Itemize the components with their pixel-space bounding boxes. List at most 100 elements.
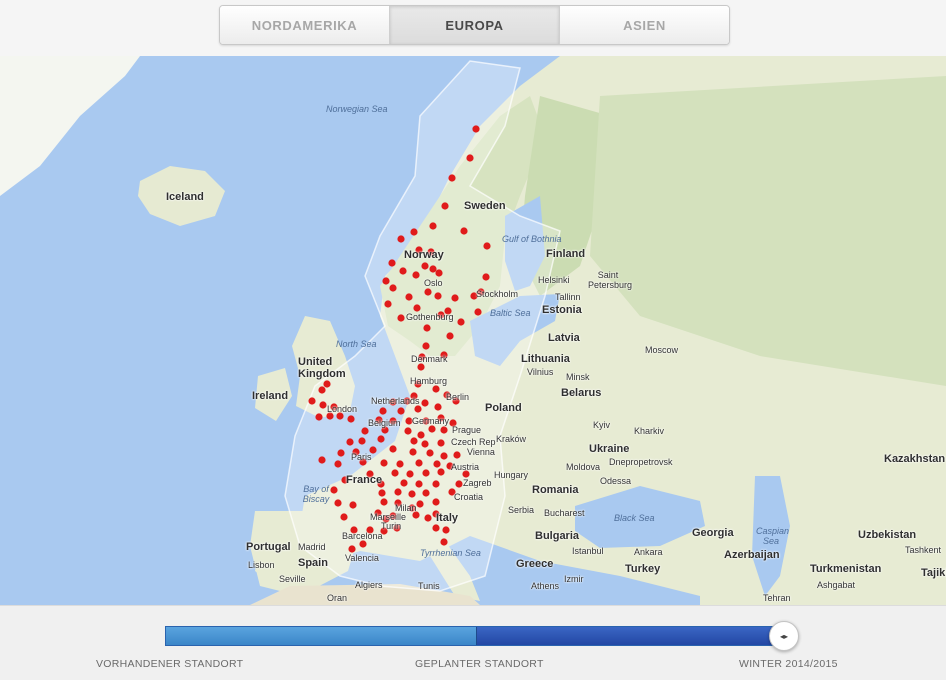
charger-dot <box>440 426 448 434</box>
charger-dot <box>380 459 388 467</box>
map-label-barcelona: Barcelona <box>342 531 383 541</box>
map-label-denmark: Denmark <box>411 354 448 364</box>
map-label-bay-of-biscay: Bay of Biscay <box>302 484 330 504</box>
charger-dot <box>406 470 414 478</box>
map-label-sweden: Sweden <box>464 200 506 212</box>
charger-dot <box>389 445 397 453</box>
map-label-azerbaijan: Azerbaijan <box>724 549 780 561</box>
charger-dot <box>388 259 396 267</box>
charger-dot <box>334 460 342 468</box>
charger-dot <box>440 452 448 460</box>
landmass-greenland <box>0 56 140 196</box>
map-label-berlin: Berlin <box>446 392 470 402</box>
charger-dot <box>424 288 432 296</box>
map-label-bucharest: Bucharest <box>544 508 585 518</box>
map-label-saint-petersburg: Saint Petersburg <box>588 270 633 290</box>
charger-dot <box>405 293 413 301</box>
charger-dot <box>426 449 434 457</box>
charger-dot <box>380 498 388 506</box>
map-label-seville: Seville <box>279 574 306 584</box>
charger-dot <box>421 262 429 270</box>
charger-dot <box>337 449 345 457</box>
charger-dot <box>346 438 354 446</box>
map-label-gothenburg: Gothenburg <box>406 312 454 322</box>
charger-dot <box>428 425 436 433</box>
slider-segment-existing <box>166 627 477 645</box>
charger-dot <box>340 513 348 521</box>
charger-dot <box>414 405 422 413</box>
charger-dot <box>422 342 430 350</box>
map-label-london: London <box>327 404 358 414</box>
charger-dot <box>318 386 326 394</box>
charger-dot <box>396 460 404 468</box>
legend-timeline: WINTER 2014/2015 <box>739 658 838 670</box>
charger-dot <box>448 174 456 182</box>
charger-dot <box>397 407 405 415</box>
charger-dot <box>434 403 442 411</box>
charger-dot <box>378 489 386 497</box>
legend-existing: VORHANDENER STANDORT <box>96 658 244 670</box>
charger-dot <box>415 459 423 467</box>
map-label-belarus: Belarus <box>561 387 602 399</box>
map-label-turkmenistan: Turkmenistan <box>810 563 882 575</box>
map-label-ankara: Ankara <box>634 547 663 557</box>
map-label-moscow: Moscow <box>645 345 679 355</box>
charger-dot <box>472 125 480 133</box>
map-view[interactable]: Norwegian Sea Iceland Sweden Gulf of Bot… <box>0 56 946 605</box>
charger-dot <box>410 228 418 236</box>
tab-nordamerika[interactable]: NORDAMERIKA <box>220 6 390 44</box>
timeline-slider-handle[interactable]: ◂▸ <box>769 621 799 651</box>
map-label-bulgaria: Bulgaria <box>535 530 580 542</box>
map-label-paris: Paris <box>351 452 372 462</box>
tab-asien[interactable]: ASIEN <box>560 6 729 44</box>
map-label-caspian-sea: Caspian Sea <box>756 526 790 546</box>
timeline-slider-track[interactable] <box>165 626 787 646</box>
charger-dot <box>361 427 369 435</box>
charger-dot <box>397 314 405 322</box>
charger-dot <box>397 235 405 243</box>
charger-dot <box>359 540 367 548</box>
charger-dot <box>379 407 387 415</box>
charger-dot <box>415 480 423 488</box>
region-tabs: NORDAMERIKA EUROPA ASIEN <box>219 5 730 45</box>
charger-dot <box>409 448 417 456</box>
map-label-tehran: Tehran <box>763 593 791 603</box>
map-label-odessa: Odessa <box>600 476 632 486</box>
map-label-kyiv: Kyiv <box>593 420 611 430</box>
map-label-tunis: Tunis <box>418 581 440 591</box>
charger-dot <box>451 294 459 302</box>
charger-dot <box>442 526 450 534</box>
charger-dot <box>457 318 465 326</box>
map-label-moldova: Moldova <box>566 462 601 472</box>
map-label-estonia: Estonia <box>542 304 582 316</box>
map-label-minsk: Minsk <box>566 372 590 382</box>
charger-dot <box>408 490 416 498</box>
map-label-lithuania: Lithuania <box>521 353 570 365</box>
charger-dot <box>417 431 425 439</box>
map-label-france: France <box>346 474 383 486</box>
charger-dot <box>466 154 474 162</box>
map-label-portugal: Portugal <box>246 541 291 553</box>
map-label-united-kingdom: United Kingdom <box>298 356 346 380</box>
charger-dot <box>437 439 445 447</box>
charger-dot <box>349 501 357 509</box>
charger-dot <box>437 468 445 476</box>
charger-dot <box>384 300 392 308</box>
tab-europa[interactable]: EUROPA <box>390 6 560 44</box>
map-label-helsinki: Helsinki <box>538 275 570 285</box>
charger-dot <box>308 397 316 405</box>
map-label-spain: Spain <box>298 557 328 569</box>
charger-dot <box>323 380 331 388</box>
charger-dot <box>358 437 366 445</box>
slider-segment-planned <box>477 627 786 645</box>
charger-dot <box>455 480 463 488</box>
top-bar: NORDAMERIKA EUROPA ASIEN <box>0 0 946 57</box>
charger-dot <box>440 538 448 546</box>
charger-dot <box>315 413 323 421</box>
map-label-algiers: Algiers <box>355 580 383 590</box>
map-label-lisbon: Lisbon <box>248 560 275 570</box>
map-label-georgia: Georgia <box>692 527 734 539</box>
map-label-north-sea: North Sea <box>336 339 377 349</box>
charger-dot <box>432 385 440 393</box>
map-label-valencia: Valencia <box>345 553 379 563</box>
